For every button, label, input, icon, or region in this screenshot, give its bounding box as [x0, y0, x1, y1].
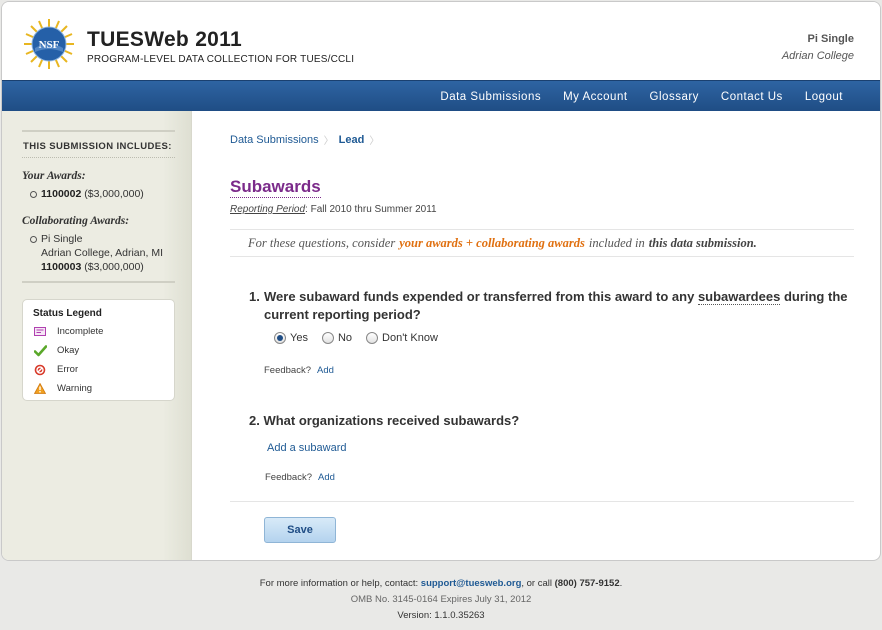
divider: [22, 157, 175, 158]
breadcrumb-data-submissions[interactable]: Data Submissions: [230, 134, 319, 146]
divider: [230, 501, 854, 502]
incomplete-icon: [33, 325, 47, 339]
nsf-logo: NSF: [24, 19, 74, 69]
radio-yes-label: Yes: [290, 332, 308, 344]
consider-mid: included in: [588, 235, 645, 250]
status-legend: Status Legend Incomplete Okay Error Warn…: [22, 299, 175, 401]
submission-summary: THIS SUBMISSION INCLUDES: Your Awards: 1…: [22, 130, 175, 283]
user-org: Adrian College: [781, 50, 854, 62]
collab-org: Adrian College, Adrian, MI: [41, 247, 163, 259]
footer-info-mid: , or call: [521, 578, 552, 589]
main-content: Data Submissions 〉 Lead 〉 Subawards Repo…: [192, 111, 880, 560]
legend-label: Warning: [57, 383, 93, 394]
error-icon: [33, 363, 47, 377]
reporting-period-label: Reporting Period: [230, 204, 306, 215]
nav-contact-us[interactable]: Contact Us: [710, 91, 794, 103]
legend-title: Status Legend: [33, 308, 102, 319]
save-button[interactable]: Save: [264, 517, 336, 543]
award-item: 1100002 ($3,000,000): [22, 187, 175, 201]
reporting-period: Reporting Period: Fall 2010 thru Summer …: [230, 204, 437, 215]
feedback-add-link[interactable]: Add: [317, 365, 334, 376]
q1-feedback: Feedback? Add: [264, 365, 334, 376]
app-subtitle: PROGRAM-LEVEL DATA COLLECTION FOR TUES/C…: [87, 54, 355, 65]
footer: For more information or help, contact: s…: [0, 576, 882, 624]
question-number: 1.: [249, 289, 260, 304]
support-email-link[interactable]: support@tuesweb.org: [421, 578, 522, 589]
question-number: 2.: [249, 413, 260, 428]
support-phone: (800) 757-9152: [554, 578, 620, 589]
legend-item-incomplete: Incomplete: [33, 322, 174, 341]
app-title: TUESWeb 2011: [87, 28, 242, 51]
divider: [22, 281, 175, 283]
breadcrumb-separator-icon: 〉: [369, 136, 380, 147]
question-2: 2. What organizations received subawards…: [249, 413, 519, 428]
footer-info-end: .: [619, 578, 623, 589]
nav-items: Data Submissions My Account Glossary Con…: [429, 81, 854, 112]
radio-dont-know-label: Don't Know: [382, 332, 438, 344]
footer-version: Version: 1.1.0.35263: [397, 610, 485, 621]
check-icon: [33, 344, 47, 358]
radio-no-label: No: [337, 332, 353, 344]
breadcrumb-separator-icon: 〉: [323, 136, 334, 147]
nav-data-submissions[interactable]: Data Submissions: [429, 91, 552, 103]
q2-feedback: Feedback? Add: [265, 472, 335, 483]
nav-logout[interactable]: Logout: [794, 91, 854, 103]
question-1: 1. Were subaward funds expended or trans…: [249, 288, 849, 324]
reporting-period-value: : Fall 2010 thru Summer 2011: [305, 204, 437, 215]
legend-label: Incomplete: [57, 326, 104, 337]
legend-item-error: Error: [33, 360, 174, 379]
navbar: Data Submissions My Account Glossary Con…: [2, 80, 880, 111]
feedback-label: Feedback?: [265, 472, 313, 483]
radio-dont-know-circle[interactable]: [366, 332, 379, 344]
question-text-before: Were subaward funds expended or transfer…: [264, 289, 695, 304]
feedback-label: Feedback?: [264, 365, 312, 376]
nav-my-account[interactable]: My Account: [552, 91, 638, 103]
radio-no[interactable]: No: [321, 332, 353, 344]
q1-radio-group: Yes No Don't Know: [274, 332, 452, 344]
question-text: What organizations received subawards?: [263, 413, 520, 428]
award-amount: ($3,000,000): [84, 188, 144, 200]
legend-label: Okay: [57, 345, 80, 356]
footer-info-prefix: For more information or help, contact:: [259, 578, 419, 589]
consider-highlight: your awards + collaborating awards: [399, 235, 585, 250]
consider-bold: this data submission.: [648, 235, 757, 250]
user-name: Pi Single: [807, 33, 854, 45]
page-title: Subawards: [230, 177, 321, 198]
breadcrumb: Data Submissions 〉 Lead 〉: [230, 132, 384, 148]
header: NSF TUESWeb 2011 PROGRAM-LEVEL DATA COLL…: [2, 2, 880, 80]
collab-pi-name: Pi Single: [41, 233, 83, 245]
sidebar-heading: THIS SUBMISSION INCLUDES:: [23, 141, 172, 152]
radio-no-circle[interactable]: [321, 332, 334, 344]
sidebar: THIS SUBMISSION INCLUDES: Your Awards: 1…: [2, 111, 192, 560]
radio-yes[interactable]: Yes: [274, 332, 308, 344]
logo-text: NSF: [39, 39, 60, 51]
glossary-term-subawardees[interactable]: subawardees: [697, 289, 781, 305]
award-id: 1100002: [41, 188, 82, 200]
main-card: NSF TUESWeb 2011 PROGRAM-LEVEL DATA COLL…: [1, 1, 881, 561]
question-text: Were subaward funds expended or transfer…: [264, 288, 849, 324]
consider-prefix: For these questions, consider: [248, 235, 396, 250]
collab-award-item: Pi Single Adrian College, Adrian, MI 110…: [22, 232, 175, 274]
legend-label: Error: [57, 364, 79, 375]
collab-award-id: 1100003: [41, 261, 82, 273]
consider-banner: For these questions, consider your award…: [230, 229, 854, 257]
your-awards-label: Your Awards:: [22, 170, 86, 182]
feedback-add-link[interactable]: Add: [318, 472, 335, 483]
warning-icon: [33, 382, 47, 396]
breadcrumb-current: Lead: [338, 133, 365, 146]
legend-item-okay: Okay: [33, 341, 174, 360]
collab-award-amount: ($3,000,000): [84, 261, 144, 273]
legend-item-warning: Warning: [33, 379, 174, 398]
collab-awards-label: Collaborating Awards:: [22, 215, 130, 227]
add-subaward-link[interactable]: Add a subaward: [267, 442, 347, 454]
footer-contact: For more information or help, contact: s…: [0, 576, 882, 592]
radio-yes-circle[interactable]: [274, 332, 286, 344]
footer-omb: OMB No. 3145-0164 Expires July 31, 2012: [350, 594, 532, 605]
nav-glossary[interactable]: Glossary: [639, 91, 710, 103]
radio-dont-know[interactable]: Don't Know: [366, 332, 438, 344]
